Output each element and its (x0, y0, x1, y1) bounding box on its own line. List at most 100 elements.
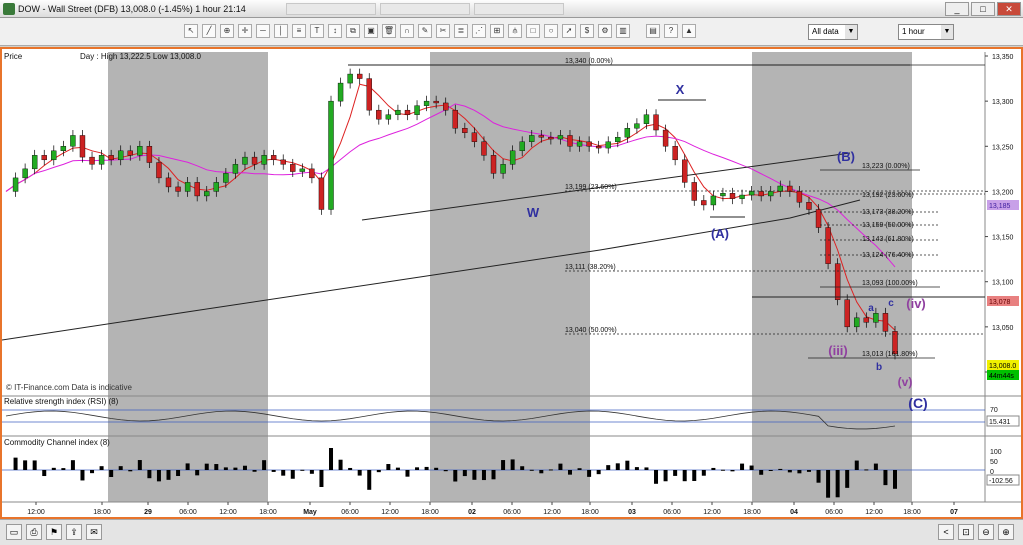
candle-body (60, 146, 67, 152)
line-tool-icon[interactable]: ╱ (202, 24, 216, 38)
candle-body (280, 159, 286, 165)
chart-svg[interactable]: 13,350 13,300 13,250 13,200 13,150 13,100 13,0… (2, 49, 1021, 517)
fit-icon[interactable]: ⊡ (958, 524, 974, 540)
candle-body (662, 129, 669, 147)
zoom-tool-icon[interactable]: ⊕ (220, 24, 234, 38)
time-axis-label: 03 (628, 509, 636, 516)
interval-select[interactable]: 1 hour ▼ (898, 24, 954, 40)
candle-body (376, 109, 382, 120)
price-tag-text: 44m44s (989, 373, 1014, 380)
price-axis-label: 13,150 (992, 235, 1014, 242)
cci-bar (176, 470, 181, 477)
candle-body (433, 100, 439, 104)
candle-body (557, 135, 564, 140)
brush-icon[interactable]: ✎ (418, 24, 432, 38)
square-icon[interactable]: □ (526, 24, 540, 38)
candle-body (156, 162, 162, 179)
cci-bar (395, 467, 400, 470)
candle-body (844, 299, 850, 328)
magnet-icon[interactable]: ∩ (400, 24, 414, 38)
text-tool-icon[interactable]: T (310, 24, 324, 38)
tab[interactable] (473, 2, 564, 15)
time-axis-label: 04 (790, 509, 798, 516)
candle-body (471, 132, 478, 142)
cursor-tool-icon[interactable]: ↖ (184, 24, 198, 38)
export-icon[interactable]: ⇪ (66, 524, 82, 540)
time-axis-label: 06:00 (663, 509, 681, 516)
maximize-button[interactable]: □ (971, 2, 995, 16)
tab[interactable] (379, 2, 470, 15)
bottom-toolbar: ▭ ⎙ ⚑ ⇪ ✉ < ⊡ ⊖ ⊕ (0, 519, 1023, 545)
scroll-left-icon[interactable]: < (938, 524, 954, 540)
crosshair-icon[interactable]: ✛ (238, 24, 252, 38)
wave-label: (iv) (906, 296, 926, 311)
help-icon[interactable]: ? (664, 24, 678, 38)
candle-body (863, 317, 870, 323)
menu-icon[interactable]: ▤ (646, 24, 660, 38)
ray-tool-icon[interactable]: ↕ (328, 24, 342, 38)
vline-tool-icon[interactable]: │ (274, 24, 288, 38)
channel-tool-icon[interactable]: ≡ (292, 24, 306, 38)
cci-bar (673, 470, 678, 476)
candle-body (519, 141, 525, 151)
price-tag-text: 13,185 (989, 203, 1011, 210)
delete-icon[interactable]: 🗑 (382, 24, 396, 38)
fib-icon[interactable]: ≣ (454, 24, 468, 38)
cci-bar (434, 467, 439, 470)
candle-body (137, 146, 143, 156)
ellipse-icon[interactable]: ○ (544, 24, 558, 38)
save-icon[interactable]: ▭ (6, 524, 22, 540)
background-tabs (285, 2, 564, 15)
candle-body (366, 78, 372, 111)
pitchfork-icon[interactable]: ⫛ (508, 24, 522, 38)
dollar-icon[interactable]: $ (580, 24, 594, 38)
tools-icon[interactable]: ✂ (436, 24, 450, 38)
paste-icon[interactable]: ▣ (364, 24, 378, 38)
candle-body (108, 155, 114, 161)
close-button[interactable]: ✕ (997, 2, 1021, 16)
cci-bar (539, 470, 544, 474)
tab[interactable] (285, 2, 376, 15)
cci-bar (233, 467, 238, 470)
cci-bar (242, 465, 247, 470)
hline-tool-icon[interactable]: ─ (256, 24, 270, 38)
candle-body (825, 227, 831, 264)
cci-bar (826, 470, 831, 498)
candle-body (356, 73, 363, 79)
cci-bar (338, 459, 343, 470)
zoom-in-icon[interactable]: ⊕ (998, 524, 1014, 540)
gear-icon[interactable]: ⚙ (598, 24, 612, 38)
arrow-icon[interactable]: ➚ (562, 24, 576, 38)
candle-body (691, 182, 697, 201)
minimize-button[interactable]: _ (945, 2, 969, 16)
cci-bar (204, 463, 209, 470)
time-axis-label: 06:00 (341, 509, 359, 516)
copy-icon[interactable]: ⧉ (346, 24, 360, 38)
cci-bar (701, 470, 706, 476)
up-icon[interactable]: ▲ (682, 24, 696, 38)
time-axis-label: 06:00 (825, 509, 843, 516)
price-axis-label: 13,250 (992, 144, 1014, 151)
alert-icon[interactable]: ✉ (86, 524, 102, 540)
candle-body (127, 150, 133, 156)
candle-body (184, 182, 191, 192)
cci-bar (481, 470, 486, 481)
print-icon[interactable]: ⎙ (26, 524, 42, 540)
range-select[interactable]: All data ▼ (808, 24, 858, 40)
cci-bar (443, 470, 448, 472)
fib-level-label: 13,340 (0.00%) (565, 58, 613, 65)
chart-frame: 13,350 13,300 13,250 13,200 13,150 13,100 13,0… (0, 47, 1023, 519)
time-axis-label: 06:00 (179, 509, 197, 516)
chart-type-icon[interactable]: ▥ (616, 24, 630, 38)
fib-fan-icon[interactable]: ⋰ (472, 24, 486, 38)
cci-bar (137, 460, 142, 470)
candle-body (834, 263, 841, 300)
zoom-out-icon[interactable]: ⊖ (978, 524, 994, 540)
gann-icon[interactable]: ⊞ (490, 24, 504, 38)
candle-body (672, 146, 678, 161)
cci-bar (806, 470, 811, 472)
indicator-icon[interactable]: ⚑ (46, 524, 62, 540)
fib-level-label: 13,111 (38.20%) (565, 264, 616, 271)
fib-level-label: 13,199 (23.60%) (565, 184, 617, 191)
candle-body (729, 193, 736, 199)
